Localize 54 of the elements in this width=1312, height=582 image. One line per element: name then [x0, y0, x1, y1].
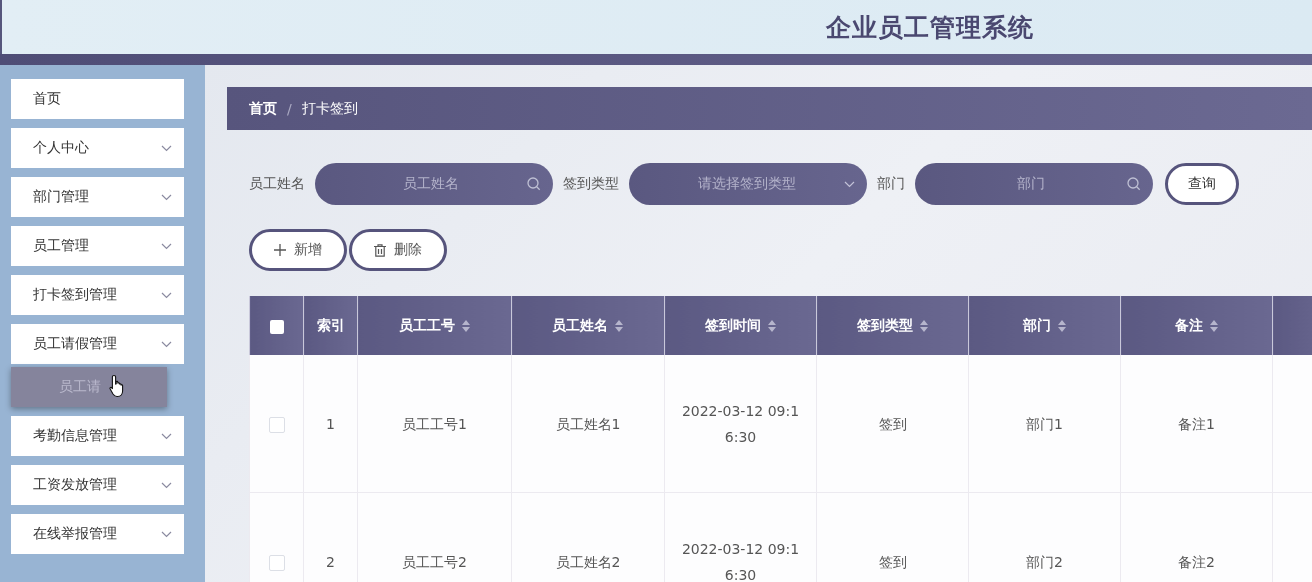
table-cell: 员工工号2 [357, 492, 512, 582]
app-title: 企业员工管理系统 [826, 11, 1034, 44]
menu-item[interactable]: 考勤信息管理 [11, 416, 184, 456]
table-cell: 部门2 [968, 492, 1121, 582]
plus-icon [274, 244, 286, 256]
sort-icon[interactable] [1208, 318, 1219, 333]
column-header: 部门 [968, 296, 1121, 355]
column-header: 索引 [303, 296, 358, 355]
table-cell: 员工工号1 [357, 355, 512, 493]
table-cell: 2022-03-12 09:16:30 [664, 355, 817, 493]
sort-icon[interactable] [766, 318, 777, 333]
column-header: 签到时间 [664, 296, 817, 355]
menu-item[interactable]: 员工请假管理 [11, 324, 184, 364]
sort-icon[interactable] [918, 318, 929, 333]
column-header: 员工姓名 [511, 296, 665, 355]
field-label: 签到类型 [563, 175, 619, 193]
field-label: 部门 [877, 175, 905, 193]
row-checkbox[interactable] [268, 416, 285, 433]
search-icon [1127, 177, 1141, 191]
table-cell: 2 [303, 492, 358, 582]
menu-item[interactable]: 员工管理 [11, 226, 184, 266]
query-button[interactable]: 查询 [1165, 163, 1239, 205]
column-header: 签到类型 [816, 296, 969, 355]
sort-icon[interactable] [460, 318, 471, 333]
table-cell: 1 [303, 355, 358, 493]
select-all-checkbox[interactable] [269, 319, 284, 334]
delete-button[interactable]: 删除 [349, 229, 447, 271]
column-header: 备注 [1120, 296, 1273, 355]
breadcrumb-separator: / [287, 100, 292, 117]
table-cell: 员工姓名2 [511, 492, 665, 582]
table-cell: 员工姓名1 [511, 355, 665, 493]
menu-item[interactable]: 工资发放管理 [11, 465, 184, 505]
add-button[interactable]: 新增 [249, 229, 347, 271]
chevron-down-icon [844, 180, 855, 188]
table-cell: 部门1 [968, 355, 1121, 493]
row-checkbox[interactable] [268, 554, 285, 571]
sort-icon[interactable] [1056, 318, 1067, 333]
table-cell: 备注2 [1120, 492, 1273, 582]
table-cell: 2022-03-12 09:16:30 [664, 492, 817, 582]
menu-item[interactable]: 个人中心 [11, 128, 184, 168]
search-icon [527, 177, 541, 191]
hand-cursor-icon [109, 374, 125, 398]
table-cell: 备注1 [1120, 355, 1273, 493]
sort-icon[interactable] [614, 318, 624, 333]
menu-item[interactable]: 首页 [11, 79, 184, 119]
table-cell: 签到 [816, 492, 969, 582]
field-label: 员工姓名 [249, 175, 305, 193]
column-header: 员工工号 [357, 296, 512, 355]
table-cell: 签到 [816, 355, 969, 493]
menu-item[interactable]: 打卡签到管理 [11, 275, 184, 315]
menu-item[interactable]: 部门管理 [11, 177, 184, 217]
menu-item[interactable]: 在线举报管理 [11, 514, 184, 554]
breadcrumb-link[interactable]: 首页 [249, 99, 277, 118]
trash-icon [374, 243, 386, 257]
